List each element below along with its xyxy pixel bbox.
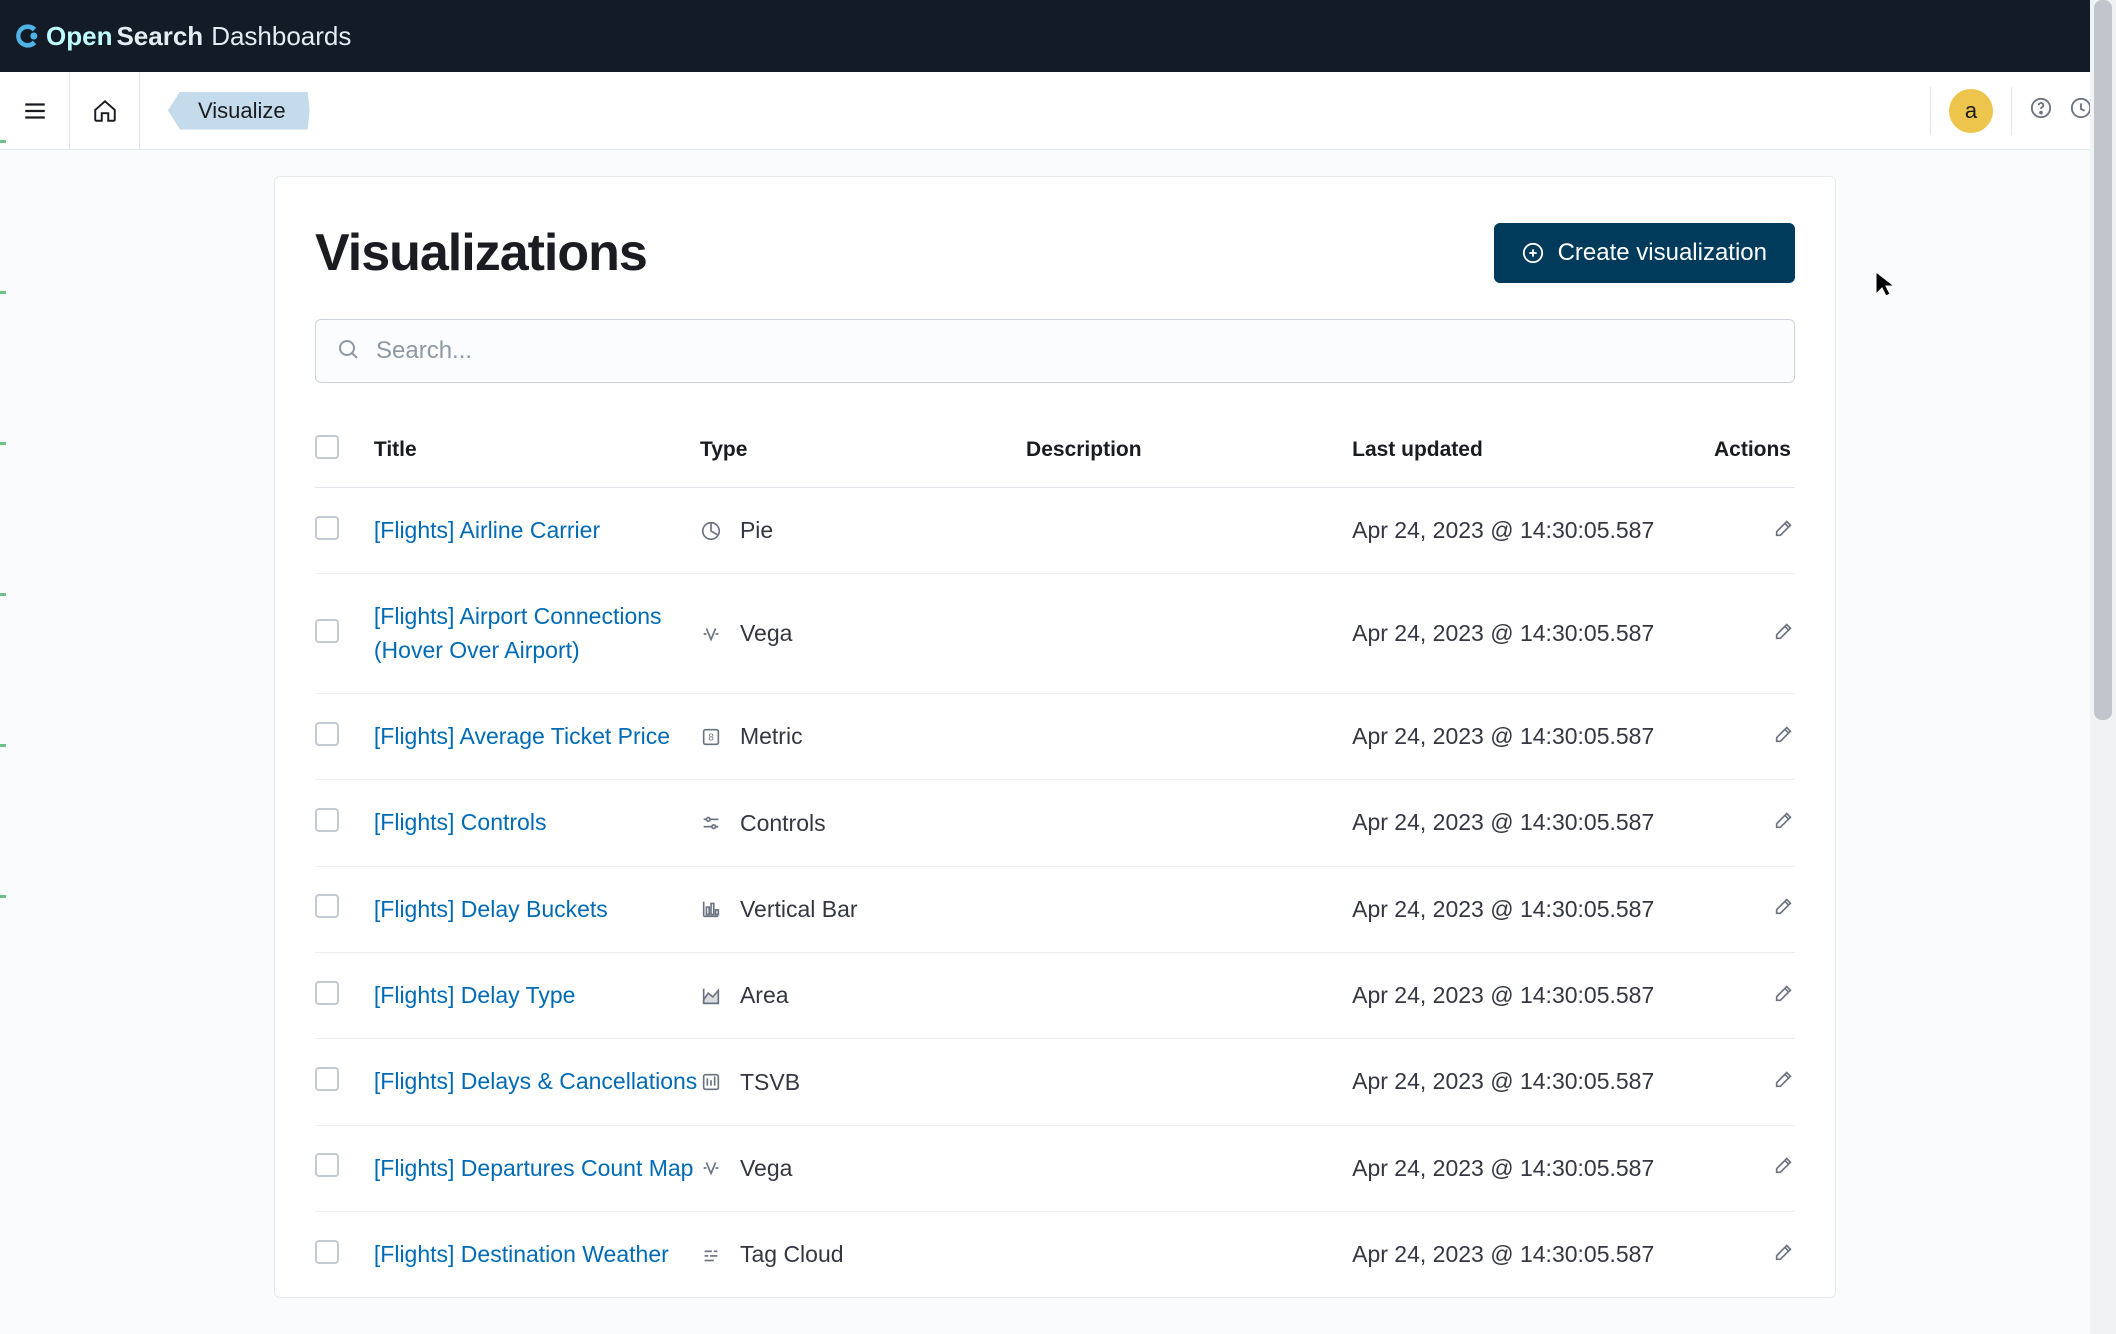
edit-icon[interactable] [1773,983,1795,1009]
row-checkbox[interactable] [315,894,339,918]
visualization-title-link[interactable]: [Flights] Destination Weather [374,1241,669,1267]
area-icon [700,985,724,1007]
opensearch-swirl-icon [14,22,42,50]
row-checkbox[interactable] [315,981,339,1005]
edit-icon[interactable] [1773,724,1795,750]
row-checkbox[interactable] [315,1240,339,1264]
tsvb-icon [700,1071,724,1093]
type-label: Tag Cloud [740,1241,844,1268]
type-label: Metric [740,723,803,750]
updated-cell: Apr 24, 2023 @ 14:30:05.587 [1352,809,1654,835]
type-label: Vega [740,1155,792,1182]
table-row: [Flights] Controls Controls Apr 24, 2023 @… [315,780,1795,866]
updates-icon[interactable] [2070,97,2092,124]
help-icon[interactable] [2030,97,2052,124]
type-label: Vega [740,620,792,647]
updated-cell: Apr 24, 2023 @ 14:30:05.587 [1352,517,1654,543]
type-label: Controls [740,810,826,837]
scrollbar-thumb[interactable] [2094,0,2112,720]
edit-icon[interactable] [1773,1069,1795,1095]
tagcloud-icon [700,1244,724,1266]
col-title[interactable]: Title [374,417,700,488]
nav-bar: Visualize a [0,72,2116,150]
row-checkbox[interactable] [315,1067,339,1091]
create-visualization-label: Create visualization [1558,239,1767,267]
visualization-title-link[interactable]: [Flights] Delays & Cancellations [374,1068,697,1094]
edit-icon[interactable] [1773,810,1795,836]
updated-cell: Apr 24, 2023 @ 14:30:05.587 [1352,1241,1654,1267]
row-checkbox[interactable] [315,516,339,540]
type-label: Pie [740,517,773,544]
vega-icon [700,1157,724,1179]
content-panel: Visualizations Create visualization Titl… [274,176,1836,1298]
table-row: [Flights] Departures Count Map Vega Apr 24… [315,1125,1795,1211]
hamburger-menu-button[interactable] [0,72,70,149]
brand-search: Search [116,21,203,52]
left-tick-marks [0,140,6,1046]
table-row: [Flights] Delay Type Area Apr 24, 2023 @ 1… [315,953,1795,1039]
edit-icon[interactable] [1773,518,1795,544]
table-row: [Flights] Airport Connections (Hover Ove… [315,574,1795,694]
col-description[interactable]: Description [1026,417,1352,488]
pie-icon [700,520,724,542]
visualization-title-link[interactable]: [Flights] Average Ticket Price [374,723,670,749]
breadcrumb: Visualize [140,92,310,130]
plus-circle-icon [1522,242,1544,264]
brand-open: Open [46,21,112,52]
brand-dashboards: Dashboards [211,21,351,52]
table-row: [Flights] Average Ticket Price 8 Metric Apr… [315,694,1795,780]
edit-icon[interactable] [1773,1242,1795,1268]
visualization-title-link[interactable]: [Flights] Departures Count Map [374,1155,694,1181]
vbar-icon [700,898,724,920]
search-icon [336,337,360,366]
home-button[interactable] [70,72,140,149]
row-checkbox[interactable] [315,808,339,832]
row-checkbox[interactable] [315,722,339,746]
updated-cell: Apr 24, 2023 @ 14:30:05.587 [1352,1155,1654,1181]
updated-cell: Apr 24, 2023 @ 14:30:05.587 [1352,723,1654,749]
create-visualization-button[interactable]: Create visualization [1494,223,1795,283]
visualization-title-link[interactable]: [Flights] Delay Buckets [374,896,608,922]
edit-icon[interactable] [1773,621,1795,647]
visualizations-table: Title Type Description Last updated Acti… [315,417,1795,1297]
col-actions: Actions [1710,417,1795,488]
vega-icon [700,623,724,645]
updated-cell: Apr 24, 2023 @ 14:30:05.587 [1352,620,1654,646]
avatar[interactable]: a [1949,89,1993,133]
visualization-title-link[interactable]: [Flights] Delay Type [374,982,576,1008]
top-header: OpenSearch Dashboards [0,0,2116,72]
nav-divider [1930,87,1931,135]
updated-cell: Apr 24, 2023 @ 14:30:05.587 [1352,1068,1654,1094]
row-checkbox[interactable] [315,619,339,643]
col-type[interactable]: Type [700,417,1026,488]
visualization-title-link[interactable]: [Flights] Airline Carrier [374,517,600,543]
updated-cell: Apr 24, 2023 @ 14:30:05.587 [1352,982,1654,1008]
visualization-title-link[interactable]: [Flights] Airport Connections (Hover Ove… [374,603,662,662]
brand-logo[interactable]: OpenSearch Dashboards [14,21,351,52]
controls-icon [700,812,724,834]
search-input[interactable] [376,337,1774,365]
visualization-title-link[interactable]: [Flights] Controls [374,809,547,835]
metric-icon: 8 [700,726,724,748]
edit-icon[interactable] [1773,896,1795,922]
col-updated[interactable]: Last updated [1352,417,1710,488]
scrollbar-track[interactable] [2090,0,2116,1334]
updated-cell: Apr 24, 2023 @ 14:30:05.587 [1352,896,1654,922]
row-checkbox[interactable] [315,1153,339,1177]
breadcrumb-visualize[interactable]: Visualize [168,92,310,130]
table-row: [Flights] Destination Weather Tag Cloud Ap… [315,1212,1795,1298]
select-all-checkbox[interactable] [315,435,339,459]
table-row: [Flights] Airline Carrier Pie Apr 24, 2023… [315,488,1795,574]
type-label: TSVB [740,1069,800,1096]
table-row: [Flights] Delay Buckets Vertical Bar Apr 2… [315,866,1795,952]
type-label: Area [740,982,789,1009]
page-title: Visualizations [315,223,647,283]
edit-icon[interactable] [1773,1155,1795,1181]
table-row: [Flights] Delays & Cancellations TSVB Apr … [315,1039,1795,1125]
nav-divider [2011,87,2012,135]
type-label: Vertical Bar [740,896,858,923]
search-box[interactable] [315,319,1795,383]
svg-text:8: 8 [708,732,714,743]
